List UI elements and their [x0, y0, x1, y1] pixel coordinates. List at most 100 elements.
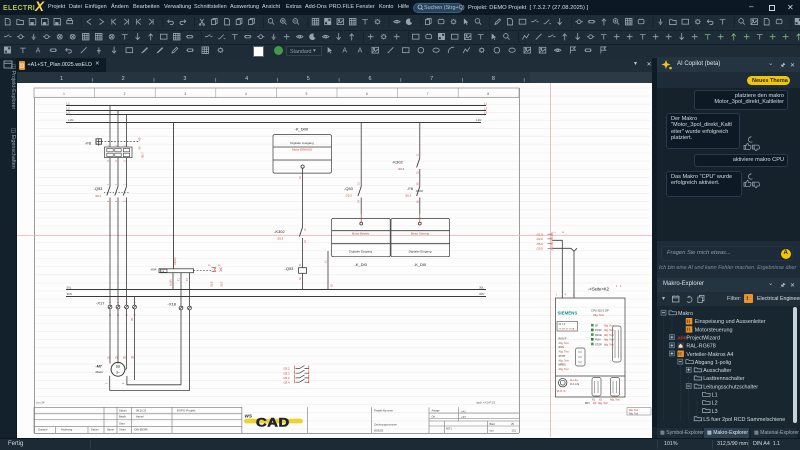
svg-text:Allg. Text: Allg. Text — [559, 359, 569, 362]
svg-text:Gepr.: Gepr. — [119, 422, 126, 426]
svg-text:21: 21 — [417, 153, 419, 156]
svg-text:Digitaler Eingang: Digitaler Eingang — [349, 249, 372, 253]
svg-text:/35.7: /35.7 — [141, 152, 145, 158]
svg-text:Allg. Text: Allg. Text — [559, 342, 569, 345]
svg-text:30N: 30N — [479, 292, 484, 296]
svg-text:35: 35 — [208, 265, 211, 267]
svg-text:+ST: +ST — [461, 415, 466, 419]
svg-text:Allg. Text: Allg. Text — [598, 402, 608, 405]
svg-text:4: 4 — [565, 294, 567, 297]
svg-text:L3: L3 — [67, 111, 71, 115]
svg-text:SK·B·<K: SK·B·<K — [557, 390, 566, 393]
svg-text:-Q53: -Q53 — [285, 266, 295, 271]
svg-text:Ausschalter: Ausschalter — [703, 368, 731, 374]
svg-text:-X18: -X18 — [168, 302, 177, 307]
svg-text:RUN: RUN — [595, 339, 601, 342]
svg-text:MRES: MRES — [559, 364, 567, 367]
svg-text:von: von — [490, 429, 495, 432]
svg-text:von 34: von 34 — [36, 401, 45, 405]
svg-text:/25.5: /25.5 — [211, 281, 214, 287]
svg-text:1: 1 — [616, 285, 618, 288]
svg-text:Verteiler-Makros A4: Verteiler-Makros A4 — [686, 352, 733, 358]
svg-text:/25.4: /25.4 — [283, 380, 290, 384]
svg-text:Digitaler Eingang: Digitaler Eingang — [409, 249, 432, 253]
svg-text:30N: 30N — [67, 292, 72, 296]
svg-text:-K302: -K302 — [274, 229, 285, 234]
svg-text:36: 36 — [218, 265, 221, 267]
svg-text:13: 13 — [305, 228, 307, 231]
svg-text:RUN-P: RUN-P — [559, 338, 567, 341]
svg-text:M: M — [562, 232, 564, 234]
svg-text:Allg. Text: Allg. Text — [559, 351, 569, 354]
svg-text:A: A — [358, 48, 363, 55]
svg-text:Allg. Text: Allg. Text — [610, 398, 620, 401]
svg-text:1: 1 — [63, 92, 65, 96]
svg-text:08.10.23: 08.10.23 — [136, 409, 147, 413]
svg-text:DIN EN346: DIN EN346 — [135, 428, 149, 432]
svg-text:14: 14 — [305, 240, 307, 243]
svg-text:1: 1 — [556, 294, 558, 297]
svg-text:/26.3: /26.3 — [398, 167, 405, 171]
svg-text:/25.0: /25.0 — [537, 242, 544, 246]
svg-text:30L: 30L — [479, 285, 484, 289]
svg-text:DC5V: DC5V — [595, 329, 602, 332]
svg-text:L1N: L1N — [68, 118, 73, 122]
svg-text:T2: T2 — [186, 278, 189, 281]
svg-text:Motor: Motor — [96, 370, 105, 374]
svg-text:SF: SF — [595, 325, 599, 328]
svg-text:/25.0: /25.0 — [537, 247, 544, 251]
svg-text:T1: T1 — [178, 278, 181, 281]
svg-text:/22.0: /22.0 — [537, 237, 544, 241]
svg-text:96: 96 — [138, 137, 142, 140]
svg-text:Einspeisung und Aussenleiter: Einspeisung und Aussenleiter — [695, 319, 766, 325]
svg-text:Projekt-Nummer: Projekt-Nummer — [374, 409, 393, 413]
svg-text:FRCE: FRCE — [595, 334, 602, 337]
svg-text:+A1: +A1 — [461, 409, 466, 413]
svg-text:Motorsteuerung: Motorsteuerung — [695, 327, 733, 333]
svg-text:Motor Betrieb: Motor Betrieb — [352, 232, 370, 236]
svg-text:Lasttrennschalter: Lasttrennschalter — [703, 376, 745, 382]
svg-text:95: 95 — [138, 146, 142, 149]
svg-text:-K94: -K94 — [151, 268, 157, 272]
svg-text:/21.0: /21.0 — [537, 232, 544, 236]
svg-text:A1: A1 — [299, 175, 302, 179]
svg-text:RUN: RUN — [559, 346, 565, 349]
svg-text:-<Seite>K2: -<Seite>K2 — [588, 287, 610, 292]
svg-text:DP: DP — [593, 402, 597, 405]
svg-text:M: M — [116, 364, 120, 369]
svg-text:5: 5 — [305, 92, 307, 96]
svg-text:Makro: Makro — [678, 311, 693, 317]
svg-text:L3: L3 — [484, 111, 488, 115]
svg-text:Datum: Datum — [119, 409, 127, 413]
svg-text:RAL-RG678: RAL-RG678 — [686, 344, 715, 350]
svg-text:4071: 4071 — [446, 427, 452, 431]
svg-text:3~: 3~ — [116, 371, 120, 375]
svg-text:4: 4 — [620, 285, 622, 288]
svg-text:◫ Eigenschaften: ◫ Eigenschaften — [10, 128, 16, 169]
svg-text:25: 25 — [511, 422, 514, 426]
svg-text:8: 8 — [487, 92, 489, 96]
svg-text:/25.7: /25.7 — [221, 281, 224, 287]
svg-text:22: 22 — [417, 171, 419, 174]
svg-text:Motor EIN/AUS: Motor EIN/AUS — [292, 148, 312, 152]
svg-text:nach +A1+P1/1: nach +A1+P1/1 — [476, 401, 496, 405]
svg-text:Hamel: Hamel — [136, 415, 144, 419]
svg-text:EXPO Projekt: EXPO Projekt — [177, 409, 196, 413]
svg-text:L1: L1 — [67, 102, 71, 106]
svg-text:/25.3: /25.3 — [283, 371, 290, 375]
svg-text:Zustand: Zustand — [38, 428, 48, 432]
svg-text:-Q53: -Q53 — [344, 186, 354, 191]
svg-text:Name: Name — [107, 428, 114, 432]
svg-text:Anlage: Anlage — [432, 409, 441, 413]
svg-text:SIEMENS: SIEMENS — [558, 311, 578, 316]
svg-text:21 'L1': 21 'L1' — [559, 323, 566, 326]
svg-text:-F8: -F8 — [407, 186, 414, 191]
svg-text:L1N: L1N — [476, 118, 481, 122]
svg-text:-M7: -M7 — [96, 364, 103, 368]
svg-text:Allg. Text: Allg. Text — [629, 413, 639, 416]
svg-text:151: 151 — [512, 428, 517, 432]
svg-text:/26.3: /26.3 — [277, 237, 284, 241]
svg-text:ProjectWizard: ProjectWizard — [686, 335, 720, 341]
svg-text:95: 95 — [417, 182, 419, 185]
svg-text:Digitaler Ausgang: Digitaler Ausgang — [290, 141, 314, 145]
